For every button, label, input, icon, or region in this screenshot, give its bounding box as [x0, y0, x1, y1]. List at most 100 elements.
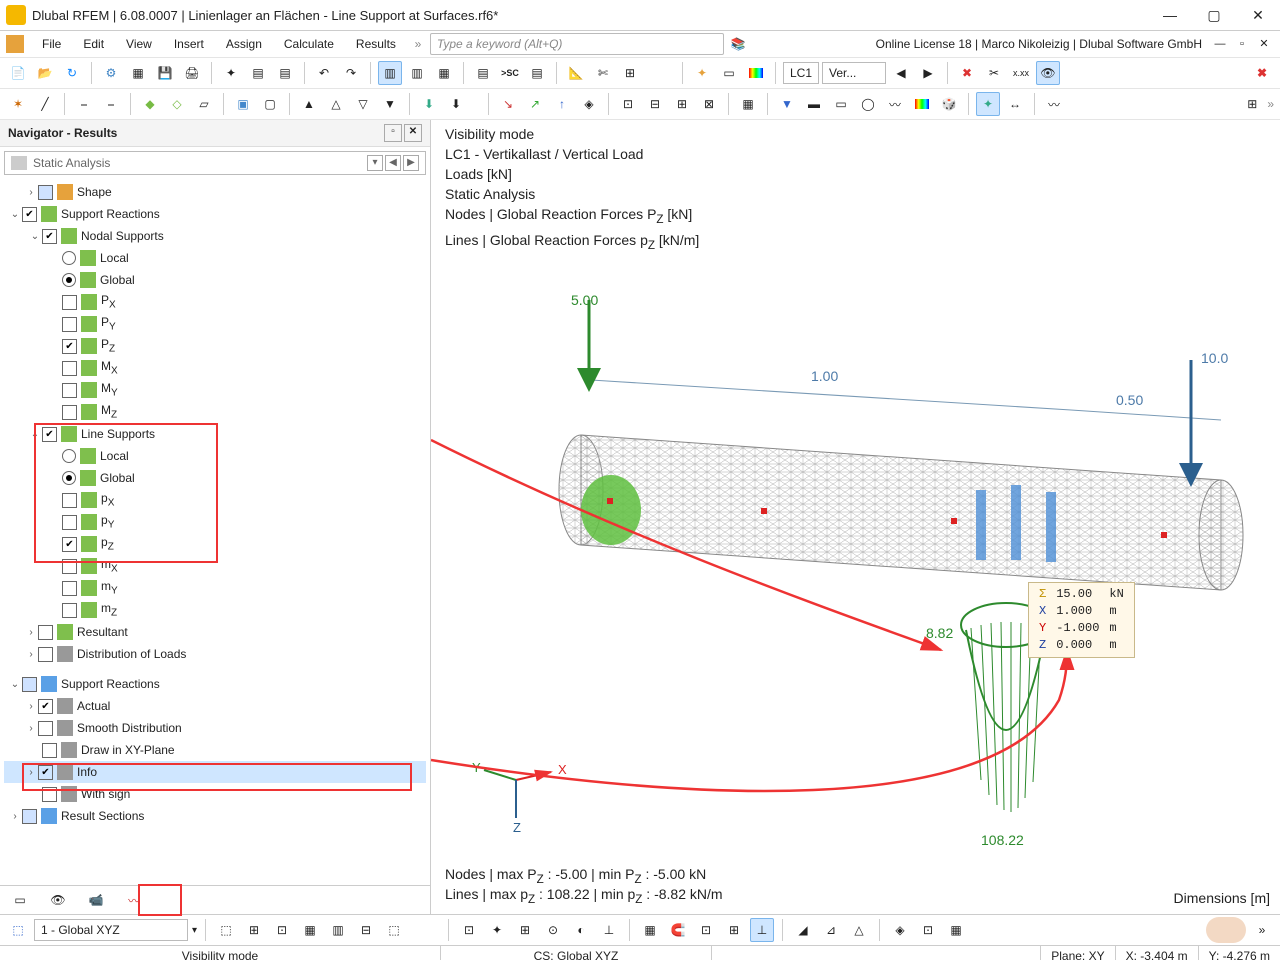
snap9-icon[interactable]: ⊡ — [694, 918, 718, 942]
calc-icon[interactable]: ▤ — [471, 61, 495, 85]
mdi-max[interactable]: ▫ — [1232, 30, 1252, 58]
tab-results-icon[interactable]: 〰 — [120, 890, 148, 910]
tab-eye-icon[interactable]: 👁 — [44, 890, 72, 910]
tab-data-icon[interactable]: ▭ — [6, 890, 34, 910]
tree-lpx[interactable]: pX — [101, 491, 114, 508]
tree-lmy[interactable]: mY — [101, 579, 118, 596]
search-input[interactable]: Type a keyword (Alt+Q) — [430, 33, 724, 55]
bt6-icon[interactable]: ⊟ — [354, 918, 378, 942]
res3-icon[interactable]: ◯ — [856, 92, 880, 116]
analysis-combo[interactable]: Static Analysis ▾◀▶ — [4, 151, 426, 175]
solid-icon[interactable]: ▣ — [231, 92, 255, 116]
snap17-icon[interactable]: ▦ — [944, 918, 968, 942]
snap5-icon[interactable]: ◐ — [569, 918, 593, 942]
tree-px[interactable]: PX — [101, 293, 116, 310]
tree-pz[interactable]: PZ — [101, 337, 115, 354]
tree-support-reactions-2[interactable]: Support Reactions — [61, 677, 160, 691]
maximize-button[interactable]: ▢ — [1192, 1, 1236, 29]
tree-actual[interactable]: Actual — [77, 699, 110, 713]
tree-lmz[interactable]: mZ — [101, 601, 117, 618]
toggle2-icon[interactable]: ↔ — [1003, 92, 1027, 116]
print-icon[interactable]: 🖨 — [180, 61, 204, 85]
gear-icon[interactable]: ⚙ — [99, 61, 123, 85]
iso-icon[interactable]: ◈ — [577, 92, 601, 116]
tree-drawxy[interactable]: Draw in XY-Plane — [81, 743, 175, 757]
snap11-icon[interactable]: ⊥ — [750, 918, 774, 942]
mdi-close[interactable]: ✕ — [1254, 30, 1274, 58]
tree-lmx[interactable]: mX — [101, 557, 118, 574]
grid2-icon[interactable]: ⊞ — [1240, 92, 1264, 116]
tree-line-global[interactable]: Global — [100, 471, 135, 485]
res1-icon[interactable]: ▬ — [802, 92, 826, 116]
bt3-icon[interactable]: ⊡ — [270, 918, 294, 942]
undo-icon[interactable]: ↶ — [312, 61, 336, 85]
tree-mx[interactable]: MX — [101, 359, 118, 376]
surf-icon[interactable]: ◆ — [138, 92, 162, 116]
lc-next-icon[interactable]: ▶ — [916, 61, 940, 85]
snap3-icon[interactable]: ⊞ — [513, 918, 537, 942]
tree-info[interactable]: Info — [77, 765, 97, 779]
tree-sign[interactable]: With sign — [81, 787, 130, 801]
lc-code[interactable]: LC1 — [783, 62, 819, 84]
menu-view[interactable]: View — [116, 34, 162, 54]
bt2-icon[interactable]: ⊞ — [242, 918, 266, 942]
tree-support-reactions[interactable]: Support Reactions — [61, 207, 160, 221]
books-icon[interactable]: 📚 — [726, 32, 750, 56]
close-panel-icon[interactable]: ✕ — [404, 124, 422, 142]
sup4-icon[interactable]: ▼ — [378, 92, 402, 116]
sup2-icon[interactable]: △ — [324, 92, 348, 116]
bt5-icon[interactable]: ▥ — [326, 918, 350, 942]
tree-result-sections[interactable]: Result Sections — [61, 809, 144, 823]
axis1-icon[interactable]: ↘ — [496, 92, 520, 116]
menu-calculate[interactable]: Calculate — [274, 34, 344, 54]
viewport[interactable]: Visibility mode LC1 - Vertikallast / Ver… — [431, 120, 1280, 914]
snap7-icon[interactable]: ▦ — [638, 918, 662, 942]
member2-icon[interactable]: ⎯ — [99, 92, 123, 116]
tree-lpy[interactable]: pY — [101, 513, 114, 530]
bt4-icon[interactable]: ▦ — [298, 918, 322, 942]
snap14-icon[interactable]: △ — [847, 918, 871, 942]
toggle1-icon[interactable]: ✦ — [976, 92, 1000, 116]
tree-smooth[interactable]: Smooth Distribution — [77, 721, 182, 735]
spark-icon[interactable]: ✦ — [690, 61, 714, 85]
tree-line-local[interactable]: Local — [100, 449, 129, 463]
menu-file[interactable]: File — [32, 34, 71, 54]
doc2-icon[interactable]: ▤ — [273, 61, 297, 85]
line-icon[interactable]: ╱ — [33, 92, 57, 116]
tree-mz[interactable]: MZ — [101, 403, 117, 420]
res4-icon[interactable]: 〰 — [883, 92, 907, 116]
load1-icon[interactable]: ⬇ — [417, 92, 441, 116]
open-icon[interactable]: 📂 — [33, 61, 57, 85]
res5-icon[interactable] — [910, 92, 934, 116]
avatar-icon[interactable] — [1206, 917, 1246, 943]
menu-results[interactable]: Results — [346, 34, 406, 54]
refresh-icon[interactable]: ↻ — [60, 61, 84, 85]
surf2-icon[interactable]: ◇ — [165, 92, 189, 116]
chart-icon[interactable]: 〰 — [1042, 92, 1066, 116]
solid2-icon[interactable]: ▢ — [258, 92, 282, 116]
cube-icon[interactable]: 🎲 — [937, 92, 961, 116]
tree-py[interactable]: PY — [101, 315, 116, 332]
filter-icon[interactable]: ▼ — [775, 92, 799, 116]
view1-icon[interactable]: ⊡ — [616, 92, 640, 116]
tree-dist-loads[interactable]: Distribution of Loads — [77, 647, 186, 661]
axis2-icon[interactable]: ↗ — [523, 92, 547, 116]
tree-my[interactable]: MY — [101, 381, 118, 398]
menu-insert[interactable]: Insert — [164, 34, 214, 54]
tree-nodal-global[interactable]: Global — [100, 273, 135, 287]
view4-icon[interactable]: ⊠ — [697, 92, 721, 116]
section-icon[interactable]: ✄ — [591, 61, 615, 85]
more-icon[interactable]: » — [1267, 97, 1274, 111]
redo-icon[interactable]: ↷ — [339, 61, 363, 85]
tree-nodal-supports[interactable]: Nodal Supports — [81, 229, 164, 243]
snap2-icon[interactable]: ✦ — [485, 918, 509, 942]
bt7-icon[interactable]: ⬚ — [382, 918, 406, 942]
report-icon[interactable]: ▤ — [525, 61, 549, 85]
snap10-icon[interactable]: ⊞ — [722, 918, 746, 942]
doc-icon[interactable]: ▤ — [246, 61, 270, 85]
snap8-icon[interactable]: 🧲 — [666, 918, 690, 942]
cs-icon[interactable]: ⬚ — [6, 918, 30, 942]
load2-icon[interactable]: ⬇ — [444, 92, 468, 116]
member-icon[interactable]: ⎯ — [72, 92, 96, 116]
del-lc-icon[interactable]: ✖ — [955, 61, 979, 85]
